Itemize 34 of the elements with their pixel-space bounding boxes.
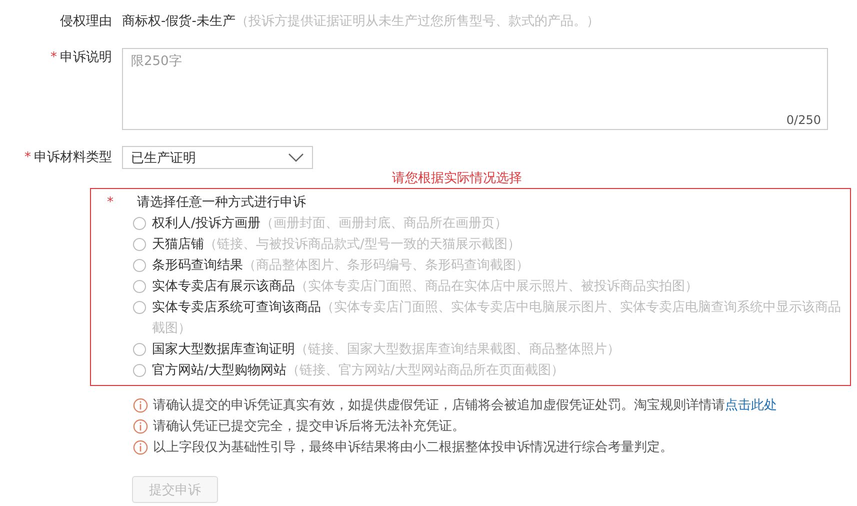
reason-value: 商标权-假货-未生产 <box>122 14 236 29</box>
required-mark: * <box>50 50 57 65</box>
required-mark: * <box>107 194 114 212</box>
field-label: 侵权理由 <box>59 13 113 31</box>
info-icon <box>133 398 148 413</box>
option-text[interactable]: 权利人/投诉方画册（画册封面、画册封底、商品所在画册页） <box>152 213 844 234</box>
material-type-dropdown[interactable]: 已生产证明 <box>122 146 313 169</box>
radio-button[interactable] <box>133 217 146 230</box>
methods-title: 请选择任意一种方式进行申诉 <box>137 194 306 212</box>
field-label: 申诉说明 <box>60 50 112 65</box>
notice-text: 请确认提交的申诉凭证真实有效，如提供虚假凭证，店铺将会被追加虚假凭证处罚。淘宝规则详情请点击此处 <box>153 397 777 415</box>
radio-button[interactable] <box>133 301 146 314</box>
radio-button[interactable] <box>133 238 146 251</box>
option-text[interactable]: 国家大型数据库查询证明（链接、国家大型数据库查询结果截图、商品整体照片） <box>152 339 844 360</box>
reason-hint: （投诉方提供证据证明从未生产过您所售型号、款式的产品。） <box>235 14 600 29</box>
notice-text: 以上字段仅为基础性引导，最终申诉结果将由小二根据整体投申诉情况进行综合考量判定。 <box>153 439 673 457</box>
option-text[interactable]: 条形码查询结果（商品整体图片、条形码编号、条形码查询截图） <box>152 255 844 276</box>
required-mark: * <box>24 150 31 164</box>
radio-button[interactable] <box>133 280 146 293</box>
radio-button[interactable] <box>133 343 146 356</box>
annotation-text: 请您根据实际情况选择 <box>392 171 523 187</box>
caret-icon <box>288 153 304 162</box>
notice-text: 请确认凭证已提交完全，提交申诉后将无法补充凭证。 <box>153 418 465 436</box>
char-counter: 0/250 <box>786 113 821 127</box>
radio-button[interactable] <box>133 259 146 272</box>
option-text[interactable]: 实体专卖店系统可查询该商品（实体专卖店门面照、实体专卖店中电脑展示图片、实体专卖店电脑查询系统中显示该商品截图） <box>152 297 844 339</box>
option-text[interactable]: 天猫店铺（链接、与被投诉商品款式/型号一致的天猫展示截图） <box>152 234 844 255</box>
radio-button[interactable] <box>133 364 146 377</box>
option-text[interactable]: 实体专卖店有展示该商品（实体专卖店门面照、商品在实体店中展示照片、被投诉商品实拍图） <box>152 276 844 297</box>
field-label: 申诉材料类型 <box>34 150 112 164</box>
details-link[interactable]: 点击此处 <box>725 398 777 413</box>
info-icon <box>133 440 148 455</box>
option-text[interactable]: 官方网站/大型购物网站（链接、官方网站/大型网站商品所在页面截图） <box>152 360 844 381</box>
info-icon <box>133 419 148 434</box>
